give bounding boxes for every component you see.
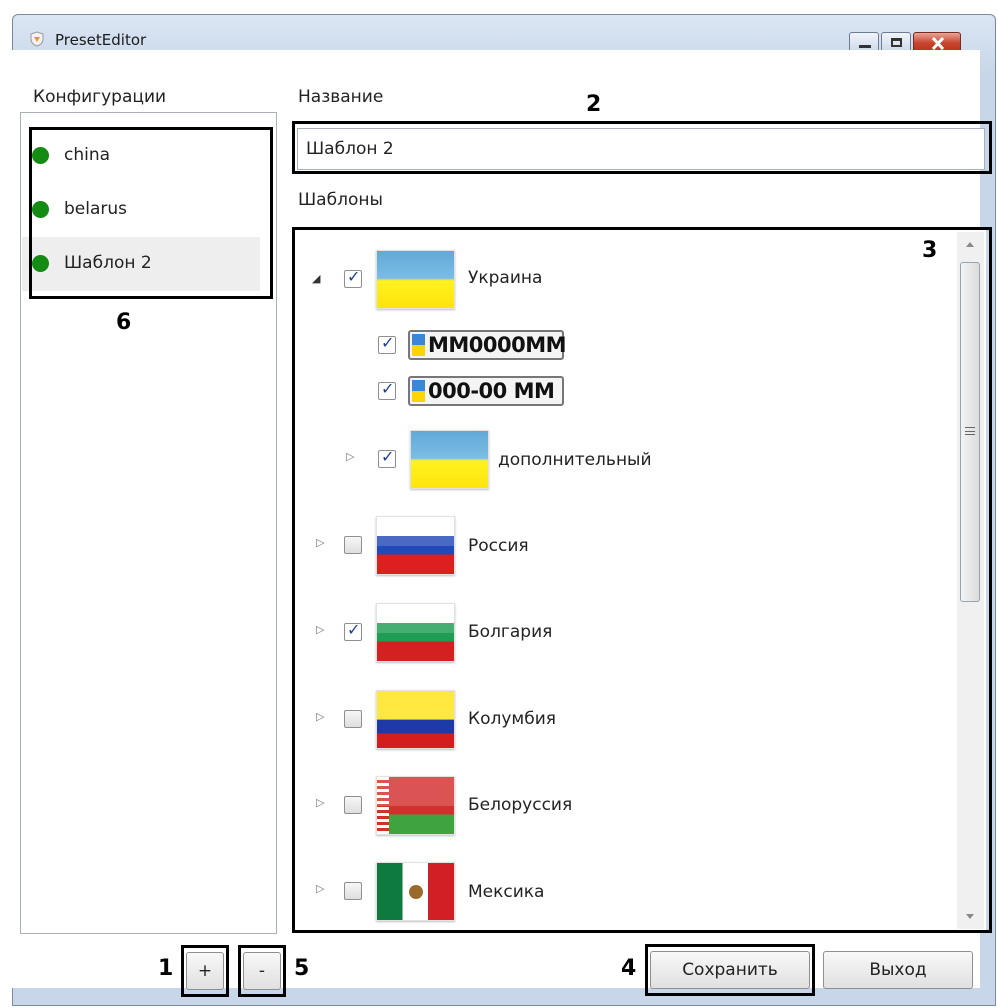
callout-number-3: 3 xyxy=(922,238,938,263)
callout-box-templates xyxy=(292,227,992,933)
configurations-heading: Конфигурации xyxy=(33,87,167,107)
callout-number-2: 2 xyxy=(586,92,602,117)
name-heading: Название xyxy=(298,87,384,107)
title-bar: PresetEditor xyxy=(13,15,995,55)
callout-box-name xyxy=(292,121,992,174)
callout-number-4: 4 xyxy=(621,956,637,981)
callout-number-1: 1 xyxy=(158,956,174,981)
close-icon xyxy=(931,37,945,50)
callout-box-configs xyxy=(29,127,273,299)
templates-heading: Шаблоны xyxy=(298,190,383,210)
callout-box-save xyxy=(645,944,815,996)
exit-button[interactable]: Выход xyxy=(823,951,973,989)
callout-number-5: 5 xyxy=(294,956,310,981)
window-title: PresetEditor xyxy=(55,31,147,49)
shield-icon xyxy=(30,31,44,47)
minimize-icon xyxy=(859,45,871,48)
callout-box-remove xyxy=(238,945,286,997)
maximize-icon xyxy=(891,38,902,47)
callout-box-add xyxy=(181,945,229,997)
callout-number-6: 6 xyxy=(116,310,132,335)
